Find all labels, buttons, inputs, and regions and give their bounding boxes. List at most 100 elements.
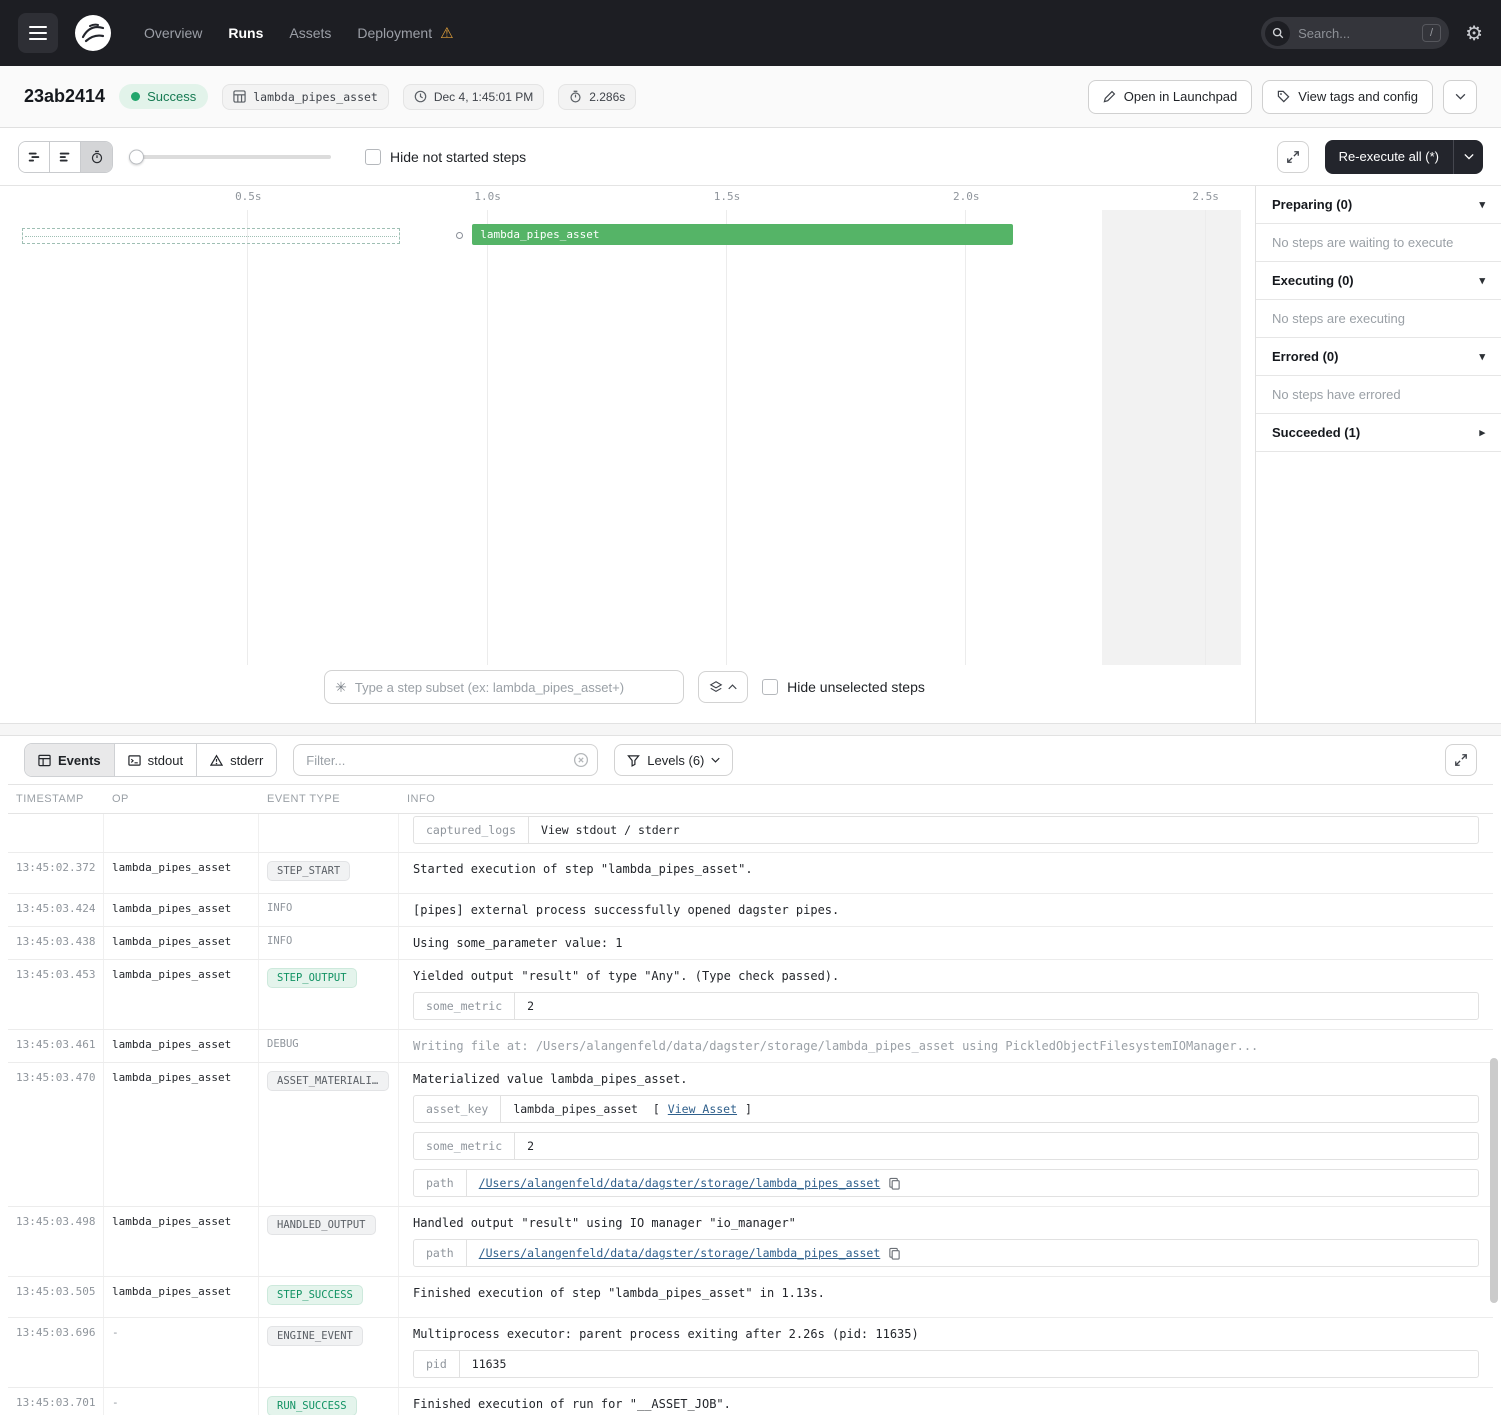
log-row[interactable]: 13:45:03.696-ENGINE_EVENTMultiprocess ex…	[8, 1318, 1493, 1388]
log-event-type: ENGINE_EVENT	[259, 1318, 399, 1387]
run-status-badge[interactable]: Success	[119, 84, 208, 109]
log-rows: captured_logs View stdout / stderr 13:45:0…	[8, 814, 1493, 1415]
metadata-path-link[interactable]: /Users/alangenfeld/data/dagster/storage/…	[479, 1176, 881, 1190]
log-table-header: TIMESTAMP OP EVENT TYPE INFO	[8, 784, 1493, 814]
pencil-icon	[1103, 90, 1116, 103]
event-type-badge: STEP_START	[267, 861, 350, 881]
gantt-main: 0.5s 1.0s 1.5s 2.0s 2.5s lambda_pipes_as…	[0, 186, 1501, 723]
global-search[interactable]: /	[1261, 17, 1449, 49]
tab-stdout[interactable]: stdout	[115, 744, 197, 776]
log-row[interactable]: 13:45:03.701-RUN_SUCCESSFinished executi…	[8, 1388, 1493, 1415]
log-op: lambda_pipes_asset	[104, 894, 259, 926]
panel-splitter[interactable]	[0, 723, 1501, 736]
tab-events[interactable]: Events	[25, 744, 115, 776]
run-actions-chevron-button[interactable]	[1443, 80, 1477, 114]
filter-input[interactable]	[293, 744, 598, 776]
log-event-type: INFO	[259, 894, 399, 926]
nav-item-deployment[interactable]: Deployment	[357, 25, 432, 41]
chevron-down-icon	[711, 757, 720, 763]
log-message: Finished execution of step "lambda_pipes…	[413, 1285, 1479, 1300]
reexecute-all-button[interactable]: Re-execute all (*)	[1325, 140, 1453, 174]
gantt-fullscreen-button[interactable]	[1277, 141, 1309, 173]
gridline: 2.5s	[1205, 210, 1206, 665]
event-type-badge: INFO	[267, 935, 292, 947]
events-scrollbar[interactable]	[1490, 1058, 1498, 1303]
section-preparing-header[interactable]: Preparing (0) ▾	[1256, 186, 1501, 224]
clear-filter-icon[interactable]	[573, 752, 589, 768]
logs-fullscreen-button[interactable]	[1445, 744, 1477, 776]
settings-gear-icon[interactable]: ⚙	[1465, 21, 1483, 46]
section-preparing-body: No steps are waiting to execute	[1256, 224, 1501, 262]
view-asset-link[interactable]: View Asset	[668, 1102, 737, 1116]
log-row[interactable]: 13:45:03.505lambda_pipes_assetSTEP_SUCCE…	[8, 1277, 1493, 1318]
col-event-type: EVENT TYPE	[259, 785, 399, 813]
log-event-type: HANDLED_OUTPUT	[259, 1207, 399, 1276]
metadata-path-link[interactable]: /Users/alangenfeld/data/dagster/storage/…	[479, 1246, 881, 1260]
copy-icon[interactable]	[888, 1177, 901, 1190]
log-row[interactable]: 13:45:03.498lambda_pipes_assetHANDLED_OU…	[8, 1207, 1493, 1277]
log-row[interactable]: captured_logs View stdout / stderr	[8, 814, 1493, 853]
col-info: INFO	[399, 785, 1493, 813]
metadata-key: path	[414, 1170, 467, 1196]
section-executing-header[interactable]: Executing (0) ▾	[1256, 262, 1501, 300]
hide-not-started-checkbox[interactable]	[365, 149, 381, 165]
chevron-down-icon: ▾	[1479, 198, 1485, 211]
event-type-badge: HANDLED_OUTPUT	[267, 1215, 376, 1235]
copy-icon[interactable]	[888, 1247, 901, 1260]
flat-view-button[interactable]	[50, 142, 81, 172]
section-title: Executing (0)	[1272, 273, 1354, 288]
col-op: OP	[104, 785, 259, 813]
hamburger-menu-button[interactable]	[18, 13, 58, 53]
metadata-entry: asset_keylambda_pipes_asset [View Asset]	[413, 1095, 1479, 1123]
gantt-chart: 0.5s 1.0s 1.5s 2.0s 2.5s lambda_pipes_as…	[8, 186, 1241, 665]
levels-dropdown-button[interactable]: Levels (6)	[614, 744, 733, 776]
reexecute-caret-button[interactable]	[1453, 140, 1483, 174]
search-input[interactable]	[1298, 26, 1414, 41]
step-visibility-button[interactable]	[698, 671, 748, 703]
metadata-text: View stdout / stderr	[541, 823, 679, 837]
nav-item-assets[interactable]: Assets	[289, 25, 331, 41]
metadata-entry: some_metric2	[413, 1132, 1479, 1160]
nav-item-overview[interactable]: Overview	[144, 25, 202, 41]
metadata-value: /Users/alangenfeld/data/dagster/storage/…	[467, 1170, 914, 1196]
timing-view-button[interactable]	[81, 142, 112, 172]
log-event-type	[259, 814, 399, 852]
hide-unselected-checkbox[interactable]	[762, 679, 778, 695]
metadata-entry: some_metric2	[413, 992, 1479, 1020]
log-tabs: Events stdout stderr	[24, 743, 277, 777]
zoom-slider-handle[interactable]	[129, 149, 144, 164]
log-info: [pipes] external process successfully op…	[399, 894, 1493, 926]
gantt-toolbar-right: Re-execute all (*)	[1277, 140, 1483, 174]
log-row[interactable]: 13:45:03.424lambda_pipes_assetINFO[pipes…	[8, 894, 1493, 927]
hamburger-icon	[29, 26, 47, 40]
log-row[interactable]: 13:45:03.461lambda_pipes_assetDEBUGWriti…	[8, 1030, 1493, 1063]
gridline: 0.5s	[247, 210, 248, 665]
gantt-footer: ✳ Hide unselected steps	[8, 665, 1241, 723]
step-subset-input[interactable]	[355, 680, 673, 695]
zoom-slider[interactable]	[131, 155, 331, 159]
log-info: Materialized value lambda_pipes_asset.as…	[399, 1063, 1493, 1206]
section-errored-header[interactable]: Errored (0) ▾	[1256, 338, 1501, 376]
log-op: lambda_pipes_asset	[104, 1207, 259, 1276]
job-chip[interactable]: lambda_pipes_asset	[222, 84, 389, 110]
log-filter	[293, 744, 598, 776]
step-bar[interactable]: lambda_pipes_asset	[472, 224, 1013, 245]
log-info: Finished execution of run for "__ASSET_J…	[399, 1388, 1493, 1415]
tab-stderr[interactable]: stderr	[197, 744, 276, 776]
metadata-key: pid	[414, 1351, 460, 1377]
log-row[interactable]: 13:45:03.470lambda_pipes_assetASSET_MATE…	[8, 1063, 1493, 1207]
log-row[interactable]: 13:45:03.453lambda_pipes_assetSTEP_OUTPU…	[8, 960, 1493, 1030]
waterfall-view-button[interactable]	[19, 142, 50, 172]
log-message: Writing file at: /Users/alangenfeld/data…	[413, 1038, 1479, 1053]
metadata-key: captured_logs	[414, 817, 529, 843]
log-row[interactable]: 13:45:03.438lambda_pipes_assetINFOUsing …	[8, 927, 1493, 960]
warning-icon	[210, 754, 223, 767]
log-row[interactable]: 13:45:02.372lambda_pipes_assetSTEP_START…	[8, 853, 1493, 894]
nav-item-runs[interactable]: Runs	[228, 25, 263, 41]
section-succeeded-header[interactable]: Succeeded (1) ▸	[1256, 414, 1501, 452]
open-in-launchpad-button[interactable]: Open in Launchpad	[1088, 80, 1252, 114]
view-tags-config-button[interactable]: View tags and config	[1262, 80, 1433, 114]
expand-icon	[1286, 150, 1300, 164]
gridline: 1.5s	[726, 210, 727, 665]
event-type-badge: RUN_SUCCESS	[267, 1396, 357, 1415]
